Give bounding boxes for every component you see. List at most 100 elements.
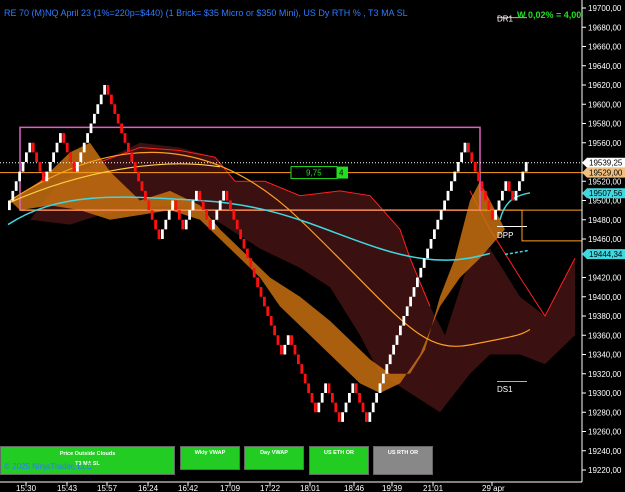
renko-brick	[297, 354, 300, 365]
renko-brick	[331, 393, 334, 403]
renko-brick	[521, 171, 525, 182]
renko-brick	[130, 152, 134, 162]
renko-brick	[371, 402, 375, 413]
renko-brick	[497, 200, 501, 211]
renko-brick	[473, 162, 477, 172]
renko-brick	[263, 296, 266, 307]
renko-brick	[382, 373, 385, 384]
renko-brick	[358, 393, 361, 403]
renko-brick	[229, 200, 232, 211]
renko-brick	[429, 239, 433, 249]
x-tick-label: 15:43	[57, 484, 78, 492]
button-label: US RTH OR	[387, 450, 419, 456]
renko-brick	[225, 190, 229, 201]
renko-brick	[161, 229, 164, 239]
renko-brick	[171, 200, 174, 211]
x-tick-label: 18:46	[344, 484, 365, 492]
renko-brick	[433, 229, 436, 239]
renko-brick	[259, 287, 263, 297]
renko-brick	[48, 162, 52, 172]
renko-brick	[164, 219, 168, 230]
renko-brick	[18, 171, 21, 182]
renko-brick	[494, 210, 497, 220]
renko-brick	[484, 190, 487, 201]
renko-brick	[453, 171, 457, 182]
renko-brick	[82, 142, 86, 153]
renko-brick	[147, 200, 151, 211]
price-tag-label: 19529,00	[589, 169, 623, 178]
y-tick-label: 19260,00	[588, 428, 622, 437]
renko-brick	[157, 229, 161, 239]
x-tick-label: 17:22	[260, 484, 281, 492]
x-tick-label: 29 apr	[482, 484, 505, 492]
renko-brick	[511, 190, 514, 201]
renko-brick	[59, 133, 62, 143]
renko-brick	[514, 190, 518, 201]
renko-brick	[518, 181, 521, 191]
renko-brick	[385, 364, 389, 374]
y-tick-label: 19280,00	[588, 408, 622, 417]
renko-brick	[110, 94, 113, 105]
renko-brick	[283, 344, 287, 355]
renko-brick	[439, 210, 443, 220]
renko-brick	[150, 210, 154, 220]
renko-brick	[42, 171, 45, 182]
renko-brick	[106, 85, 110, 95]
y-tick-label: 19600,00	[588, 100, 622, 109]
renko-brick	[198, 190, 202, 201]
renko-brick	[293, 344, 297, 355]
renko-brick	[361, 402, 365, 413]
renko-brick	[327, 383, 331, 393]
order-marker-qty: 4	[339, 169, 344, 178]
x-tick-label: 19:39	[382, 484, 403, 492]
x-tick-label: 15:30	[16, 484, 37, 492]
renko-brick	[303, 373, 307, 384]
price-tag-label: 19444,34	[589, 250, 623, 259]
renko-brick	[8, 200, 11, 211]
wkly-vwap-button[interactable]: Wkly VWAP	[180, 446, 240, 470]
renko-brick	[45, 171, 49, 182]
renko-brick	[422, 258, 426, 268]
renko-brick	[25, 152, 28, 162]
button-label: Day VWAP	[260, 450, 288, 456]
y-tick-label: 19300,00	[588, 389, 622, 398]
renko-brick	[436, 219, 440, 230]
y-tick-label: 19620,00	[588, 81, 622, 90]
renko-brick	[222, 190, 225, 201]
renko-brick	[120, 123, 123, 134]
x-tick-label: 16:24	[138, 484, 159, 492]
price-chart[interactable]: 19700,00 19680,00 19660,00 19640,00 19620,00…	[0, 0, 625, 492]
renko-brick	[450, 181, 453, 191]
order-marker-value: 9,75	[306, 169, 322, 178]
x-tick-label: 15:57	[97, 484, 118, 492]
renko-brick	[307, 383, 310, 393]
renko-brick	[174, 200, 178, 211]
renko-brick	[14, 181, 18, 191]
renko-brick	[351, 383, 355, 393]
renko-brick	[456, 162, 460, 172]
renko-brick	[96, 104, 100, 114]
renko-brick	[378, 383, 382, 393]
renko-brick	[184, 219, 188, 230]
renko-brick	[188, 210, 191, 220]
renko-brick	[344, 402, 348, 413]
us-eth-or-button[interactable]: US ETH OR	[309, 446, 369, 475]
renko-brick	[487, 200, 491, 211]
y-tick-label: 19380,00	[588, 312, 622, 321]
y-tick-label: 19680,00	[588, 23, 622, 32]
renko-brick	[127, 142, 130, 153]
renko-brick	[348, 393, 351, 403]
y-tick-label: 19700,00	[588, 4, 622, 13]
day-vwap-button[interactable]: Day VWAP	[244, 446, 304, 470]
renko-brick	[52, 152, 55, 162]
us-rth-or-button[interactable]: US RTH OR	[373, 446, 433, 475]
renko-brick	[208, 219, 212, 230]
renko-brick	[395, 335, 399, 345]
vwap-dashed-line	[504, 249, 529, 256]
renko-brick	[269, 316, 273, 326]
y-tick-label: 19480,00	[588, 216, 622, 225]
y-tick-label: 19560,00	[588, 139, 622, 148]
renko-brick	[133, 162, 137, 172]
y-tick-label: 19520,00	[588, 177, 622, 186]
renko-brick	[375, 393, 378, 403]
